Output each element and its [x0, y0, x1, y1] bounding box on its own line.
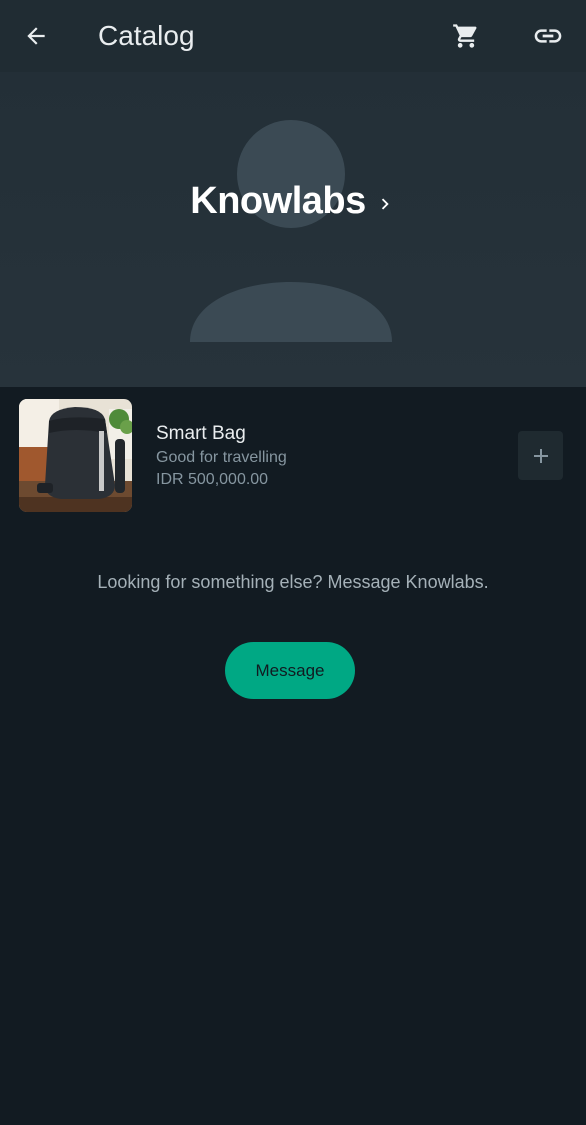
link-icon [534, 29, 562, 43]
arrow-left-icon [27, 27, 45, 45]
message-button[interactable]: Message [225, 642, 355, 699]
business-name: Knowlabs [190, 180, 366, 222]
product-item[interactable]: Smart Bag Good for travelling IDR 500,00… [0, 387, 586, 523]
top-app-bar: Catalog [0, 0, 586, 72]
product-name: Smart Bag [156, 423, 246, 444]
cart-button[interactable] [444, 14, 488, 58]
message-prompt: Looking for something else? Message Know… [97, 572, 489, 592]
chevron-right-icon [381, 198, 389, 209]
business-profile-link[interactable]: Knowlabs [0, 180, 586, 223]
back-button[interactable] [14, 14, 58, 58]
business-banner: Knowlabs [0, 72, 586, 387]
product-description: Good for travelling [156, 449, 287, 466]
shopping-cart-icon [453, 24, 477, 48]
share-link-button[interactable] [526, 14, 570, 58]
add-to-cart-button[interactable] [518, 431, 563, 480]
product-price: IDR 500,000.00 [156, 471, 269, 488]
default-avatar-placeholder [190, 120, 392, 342]
page-title: Catalog [98, 20, 195, 51]
plus-icon [533, 448, 548, 463]
product-image [19, 399, 132, 512]
